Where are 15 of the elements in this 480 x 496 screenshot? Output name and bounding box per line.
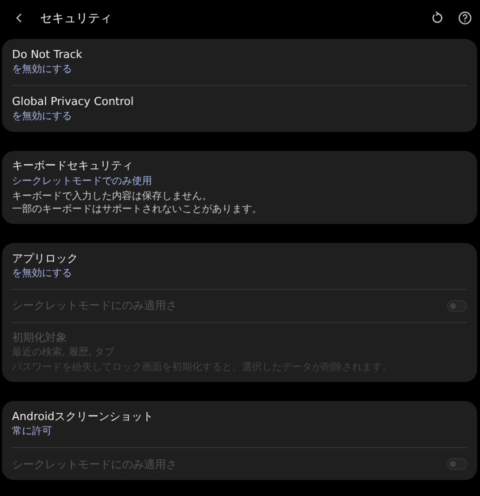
help-icon[interactable] <box>458 11 472 25</box>
refresh-icon[interactable] <box>430 11 444 25</box>
setting-title: Androidスクリーンショット <box>12 410 155 424</box>
setting-title: キーボードセキュリティ <box>12 159 134 173</box>
setting-title: Global Privacy Control <box>12 95 135 108</box>
setting-value[interactable]: シークレットモードでのみ使用 <box>12 176 467 188</box>
setting-value[interactable]: を無効にする <box>12 64 467 76</box>
setting-value[interactable]: を無効にする <box>12 268 467 280</box>
setting-title: アプリロック <box>12 252 79 265</box>
setting-title: Do Not Track <box>12 48 84 62</box>
setting-value[interactable]: を無効にする <box>12 111 467 124</box>
setting-value[interactable]: 常に許可 <box>12 426 467 438</box>
setting-description: 一部のキーボードはサポートされないことがあります。 <box>12 204 263 216</box>
setting-description: キーボードで入力した内容は保存しません。 <box>12 190 213 203</box>
page-title: セキュリティ <box>40 10 113 26</box>
